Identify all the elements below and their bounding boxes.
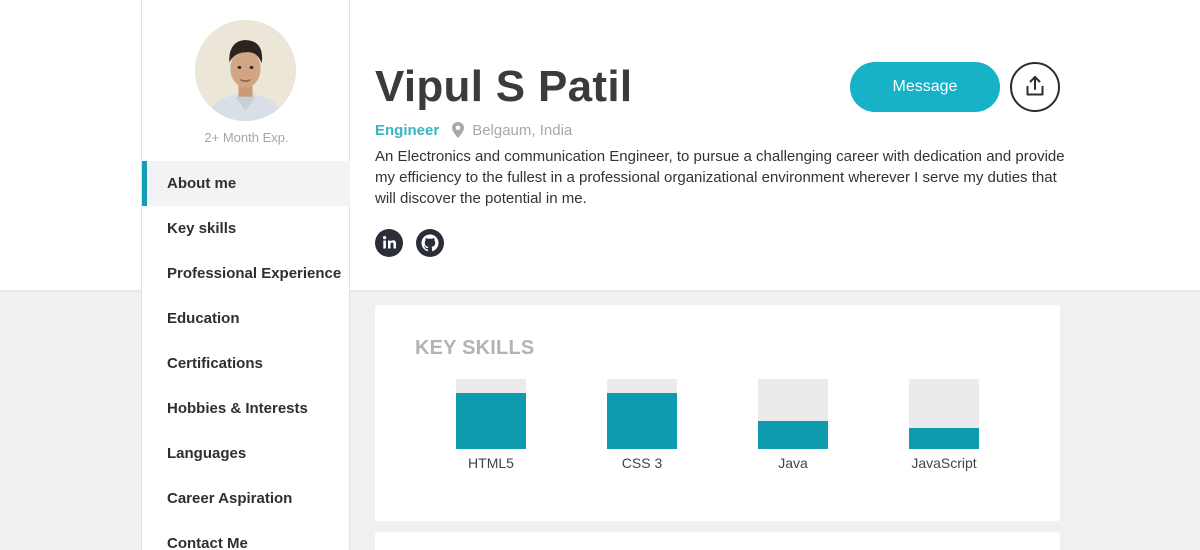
skill-label: HTML5	[468, 455, 514, 471]
skill-label: JavaScript	[911, 455, 977, 471]
skill-label: Java	[778, 455, 808, 471]
skill-label: CSS 3	[621, 455, 663, 471]
location-pin-icon	[452, 122, 465, 138]
sidebar-item-contact-me[interactable]: Contact Me	[142, 521, 350, 550]
sidebar-item-career-aspiration[interactable]: Career Aspiration	[142, 476, 350, 521]
sidebar-item-hobbies-interests[interactable]: Hobbies & Interests	[142, 386, 350, 431]
skill-bar-track	[607, 379, 677, 449]
share-button[interactable]	[1010, 62, 1060, 112]
skill-bar-fill	[456, 393, 526, 449]
message-button[interactable]: Message	[850, 62, 1000, 112]
share-upload-icon	[1024, 75, 1046, 100]
profile-name: Vipul S Patil	[375, 62, 633, 111]
profile-page: 2+ Month Exp. About me Key skills Profes…	[0, 0, 1200, 550]
avatar	[195, 20, 296, 121]
skill-bar-fill	[607, 393, 677, 449]
skill-bar-track	[909, 379, 979, 449]
profile-bio: An Electronics and communication Enginee…	[375, 148, 1065, 207]
sidebar: 2+ Month Exp. About me Key skills Profes…	[141, 0, 350, 550]
sidebar-item-education[interactable]: Education	[142, 296, 350, 341]
linkedin-icon[interactable]	[375, 229, 403, 257]
sidebar-item-languages[interactable]: Languages	[142, 431, 350, 476]
skill-bar-fill	[909, 428, 979, 449]
sidebar-item-about-me[interactable]: About me	[142, 161, 350, 206]
skill-bar-track	[758, 379, 828, 449]
experience-text: 2+ Month Exp.	[204, 130, 289, 145]
social-links	[375, 229, 444, 257]
sidebar-item-certifications[interactable]: Certifications	[142, 341, 350, 386]
github-icon[interactable]	[416, 229, 444, 257]
key-skills-card: KEY SKILLS HTML5 CSS 3 Java JavaScript	[375, 305, 1060, 521]
profile-location: Belgaum, India	[472, 121, 573, 139]
next-section-card	[375, 532, 1060, 550]
profile-role: Engineer	[375, 121, 440, 139]
profile-meta: Engineer Belgaum, India	[375, 120, 572, 140]
key-skills-title: KEY SKILLS	[415, 337, 535, 359]
sidebar-item-key-skills[interactable]: Key skills	[142, 206, 350, 251]
sidebar-item-professional-experience[interactable]: Professional Experience	[142, 251, 350, 296]
skill-bar-fill	[758, 421, 828, 449]
skill-bar-track	[456, 379, 526, 449]
avatar-portrait	[195, 20, 296, 121]
sidebar-nav: About me Key skills Professional Experie…	[142, 161, 350, 550]
